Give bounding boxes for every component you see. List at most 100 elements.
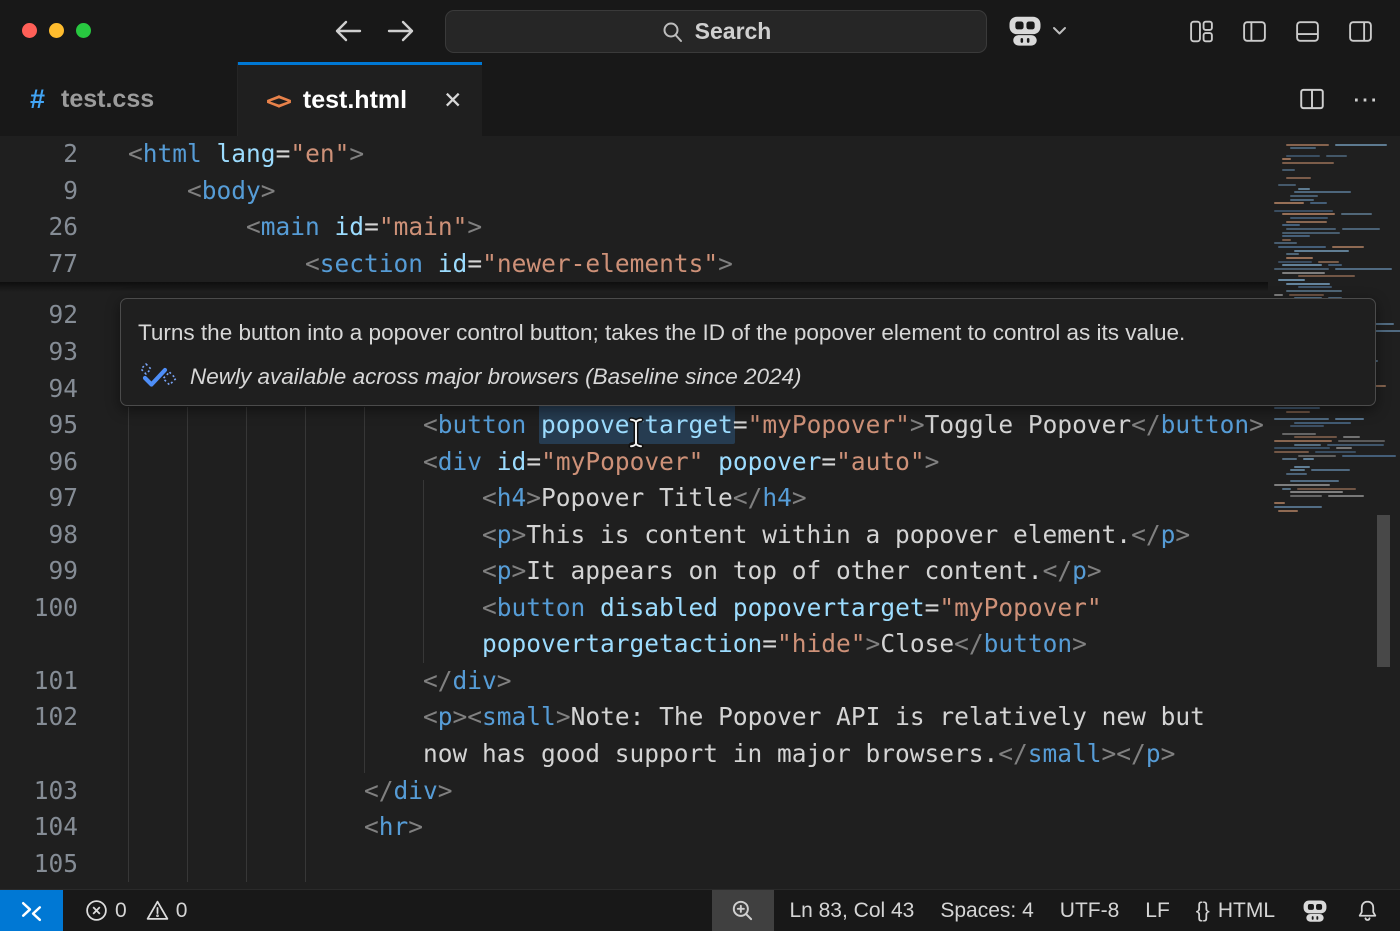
code-row[interactable]: 104<hr> (0, 809, 1268, 846)
minimap-line (1326, 155, 1347, 157)
minimap-line (1278, 510, 1298, 512)
minimap-line (1297, 488, 1356, 490)
minimap-line (1286, 221, 1327, 223)
code-editor[interactable]: 92939495<button popovertarget="myPopover… (0, 136, 1400, 889)
code-row[interactable]: 2<html lang="en"> (0, 136, 1268, 173)
minimize-window-button[interactable] (49, 23, 64, 38)
minimap-line (1290, 495, 1322, 497)
minimap-line (1286, 177, 1311, 179)
toggle-secondary-sidebar-icon[interactable] (1345, 16, 1375, 46)
editor-scrollbar[interactable] (1377, 515, 1390, 667)
minimap-line (1282, 239, 1291, 241)
minimap-line (1294, 466, 1310, 468)
editor-tab-bar: # test.css <> test.html ✕ ⋯ (0, 62, 1400, 136)
minimap-line (1328, 495, 1364, 497)
eol-setting[interactable]: LF (1132, 890, 1183, 931)
vscode-window: { "window": { "traffic_colors": ["#ff5f5… (0, 0, 1400, 931)
minimap-line (1290, 425, 1324, 427)
minimap-line (1274, 242, 1297, 244)
line-number: 92 (0, 297, 78, 334)
copilot-status-button[interactable] (1288, 890, 1342, 931)
minimap-line (1282, 169, 1295, 171)
back-arrow-icon[interactable] (331, 14, 365, 48)
forward-arrow-icon[interactable] (384, 14, 418, 48)
minimap-line (1294, 444, 1321, 446)
minimap-line (1282, 232, 1340, 234)
split-editor-icon[interactable] (1298, 85, 1326, 113)
search-input[interactable]: Search (445, 10, 987, 53)
customize-layout-icon[interactable] (1186, 16, 1216, 46)
code-row[interactable]: now has good support in major browsers.<… (0, 736, 1268, 773)
minimap-line (1336, 447, 1352, 449)
code-row[interactable]: 100<button disabled popovertarget="myPop… (0, 590, 1268, 627)
minimap-line (1335, 268, 1392, 270)
minimap[interactable] (1270, 140, 1366, 889)
close-tab-icon[interactable]: ✕ (439, 85, 466, 116)
encoding-setting[interactable]: UTF-8 (1047, 890, 1133, 931)
minimap-line (1274, 407, 1320, 409)
code-row[interactable]: 99<p>It appears on top of other content.… (0, 553, 1268, 590)
line-number: 99 (0, 553, 78, 590)
minimap-line (1274, 506, 1322, 508)
minimap-line (1286, 411, 1310, 413)
more-actions-icon[interactable]: ⋯ (1352, 84, 1380, 115)
minimap-line (1338, 440, 1385, 442)
language-mode[interactable]: {} HTML (1183, 890, 1288, 931)
code-row[interactable]: 97<h4>Popover Title</h4> (0, 480, 1268, 517)
copilot-icon (1301, 897, 1329, 925)
tab-test-html[interactable]: <> test.html ✕ (238, 62, 482, 136)
copilot-icon (1006, 12, 1044, 50)
remote-indicator[interactable] (0, 890, 63, 931)
code-row[interactable]: popovertargetaction="hide">Close</button… (0, 626, 1268, 663)
error-count: 0 (115, 899, 127, 923)
toggle-primary-sidebar-icon[interactable] (1239, 16, 1269, 46)
minimap-line (1327, 444, 1384, 446)
line-number: 104 (0, 809, 78, 846)
minimap-line (1274, 418, 1329, 420)
code-row[interactable]: 9<body> (0, 173, 1268, 210)
minimap-line (1311, 469, 1350, 471)
minimap-line (1342, 228, 1380, 230)
toggle-panel-icon[interactable] (1292, 16, 1322, 46)
notifications-bell-button[interactable] (1342, 890, 1400, 931)
minimap-line (1290, 469, 1305, 471)
sticky-scroll[interactable]: 2<html lang="en">9<body>26<main id="main… (0, 136, 1268, 282)
tab-test-css[interactable]: # test.css (0, 62, 238, 136)
code-row[interactable]: 98<p>This is content within a popover el… (0, 517, 1268, 554)
minimap-line (1298, 188, 1310, 190)
warning-count: 0 (176, 899, 188, 923)
css-file-icon: # (30, 84, 45, 115)
line-number: 98 (0, 517, 78, 554)
code-row[interactable]: 105 (0, 846, 1268, 883)
minimap-line (1332, 246, 1364, 248)
minimap-line (1282, 458, 1297, 460)
minimap-line (1290, 195, 1318, 197)
code-row[interactable]: 102<p><small>Note: The Popover API is re… (0, 699, 1268, 736)
code-row[interactable]: 77<section id="newer-elements"> (0, 246, 1268, 283)
code-row[interactable]: 26<main id="main"> (0, 209, 1268, 246)
close-window-button[interactable] (22, 23, 37, 38)
code-row[interactable]: 103</div> (0, 773, 1268, 810)
code-row[interactable]: 101</div> (0, 663, 1268, 700)
minimap-line (1294, 436, 1337, 438)
minimap-line (1274, 451, 1309, 453)
minimap-line (1290, 491, 1343, 493)
cursor-position[interactable]: Ln 83, Col 43 (776, 890, 927, 931)
minimap-line (1290, 199, 1314, 201)
indentation-setting[interactable]: Spaces: 4 (927, 890, 1046, 931)
minimap-line (1343, 436, 1360, 438)
minimap-line (1315, 451, 1356, 453)
maximize-window-button[interactable] (76, 23, 91, 38)
minimap-line (1274, 202, 1304, 204)
minimap-line (1282, 488, 1291, 490)
problems-indicator[interactable]: 0 0 (71, 890, 200, 931)
zoom-in-icon (730, 898, 756, 924)
minimap-line (1274, 294, 1283, 296)
copilot-menu-button[interactable] (1006, 12, 1067, 50)
minimap-line (1274, 502, 1285, 504)
line-number: 93 (0, 334, 78, 371)
minimap-line (1286, 473, 1307, 475)
zoom-status-button[interactable] (712, 890, 774, 931)
minimap-line (1290, 147, 1316, 149)
error-icon (84, 898, 109, 923)
